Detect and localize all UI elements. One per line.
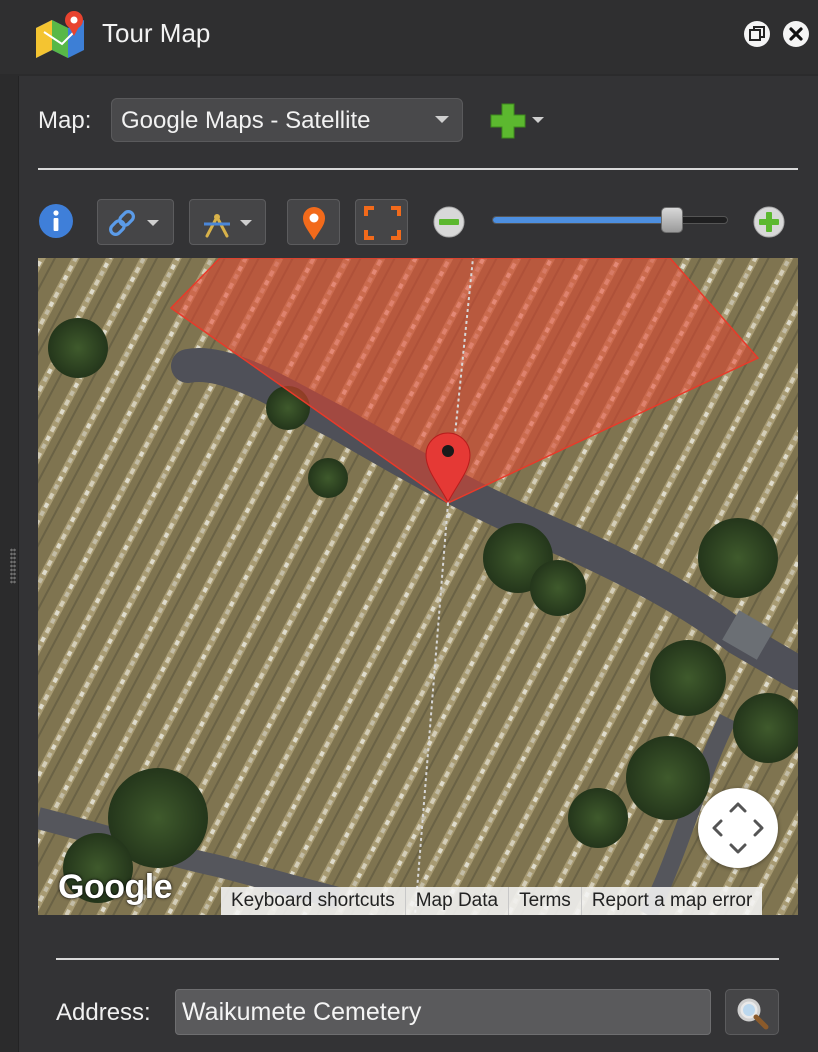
- magnifier-icon: [737, 998, 769, 1030]
- google-logo: Google: [58, 868, 173, 906]
- title-bar: Tour Map: [0, 0, 818, 74]
- link-dropdown-button[interactable]: [97, 199, 174, 245]
- info-icon: [39, 204, 73, 238]
- map-view[interactable]: Google Keyboard shortcuts Map Data Terms…: [38, 258, 798, 915]
- plus-icon: [490, 103, 544, 139]
- link-icon: [109, 210, 159, 236]
- address-label: Address:: [56, 999, 151, 1026]
- zoom-in-icon: [753, 206, 785, 238]
- zoom-out-button[interactable]: [433, 206, 465, 238]
- restore-window-icon: [749, 26, 765, 41]
- zoom-out-icon: [433, 206, 465, 238]
- zoom-slider-track[interactable]: [492, 216, 728, 224]
- chevron-down-icon: [435, 116, 449, 123]
- fullscreen-icon: [364, 206, 401, 240]
- compass-icon: [204, 214, 252, 238]
- map-label: Map:: [38, 107, 92, 134]
- compass-dropdown-button[interactable]: [189, 199, 266, 245]
- report-map-error-link[interactable]: Report a map error: [580, 887, 763, 915]
- window-title: Tour Map: [102, 18, 211, 48]
- satellite-imagery: [38, 258, 798, 915]
- map-data-link[interactable]: Map Data: [404, 887, 508, 915]
- map-type-dropdown[interactable]: Google Maps - Satellite: [111, 98, 463, 142]
- add-map-button[interactable]: [486, 102, 548, 140]
- address-search-button[interactable]: [725, 989, 779, 1035]
- fit-to-view-button[interactable]: [355, 199, 408, 245]
- terms-link[interactable]: Terms: [508, 887, 581, 915]
- close-icon: [789, 27, 803, 41]
- map-app-icon: [36, 11, 84, 58]
- divider-bottom: [56, 958, 779, 960]
- pan-arrows-icon: [712, 802, 764, 854]
- restore-window-button[interactable]: [744, 21, 770, 47]
- pan-control[interactable]: [698, 788, 778, 868]
- zoom-slider-thumb[interactable]: [661, 207, 683, 233]
- zoom-slider-fill: [493, 217, 681, 223]
- location-pin-icon: [303, 207, 325, 240]
- close-window-button[interactable]: [783, 21, 809, 47]
- map-attribution-bar: Keyboard shortcuts Map Data Terms Report…: [221, 887, 763, 915]
- map-type-value: Google Maps - Satellite: [121, 107, 371, 134]
- keyboard-shortcuts-link[interactable]: Keyboard shortcuts: [221, 887, 405, 915]
- address-input[interactable]: [175, 989, 711, 1035]
- zoom-in-button[interactable]: [753, 206, 785, 238]
- divider-top: [38, 168, 798, 170]
- place-pin-button[interactable]: [287, 199, 340, 245]
- info-button[interactable]: [38, 203, 74, 239]
- resize-grip[interactable]: [10, 548, 16, 584]
